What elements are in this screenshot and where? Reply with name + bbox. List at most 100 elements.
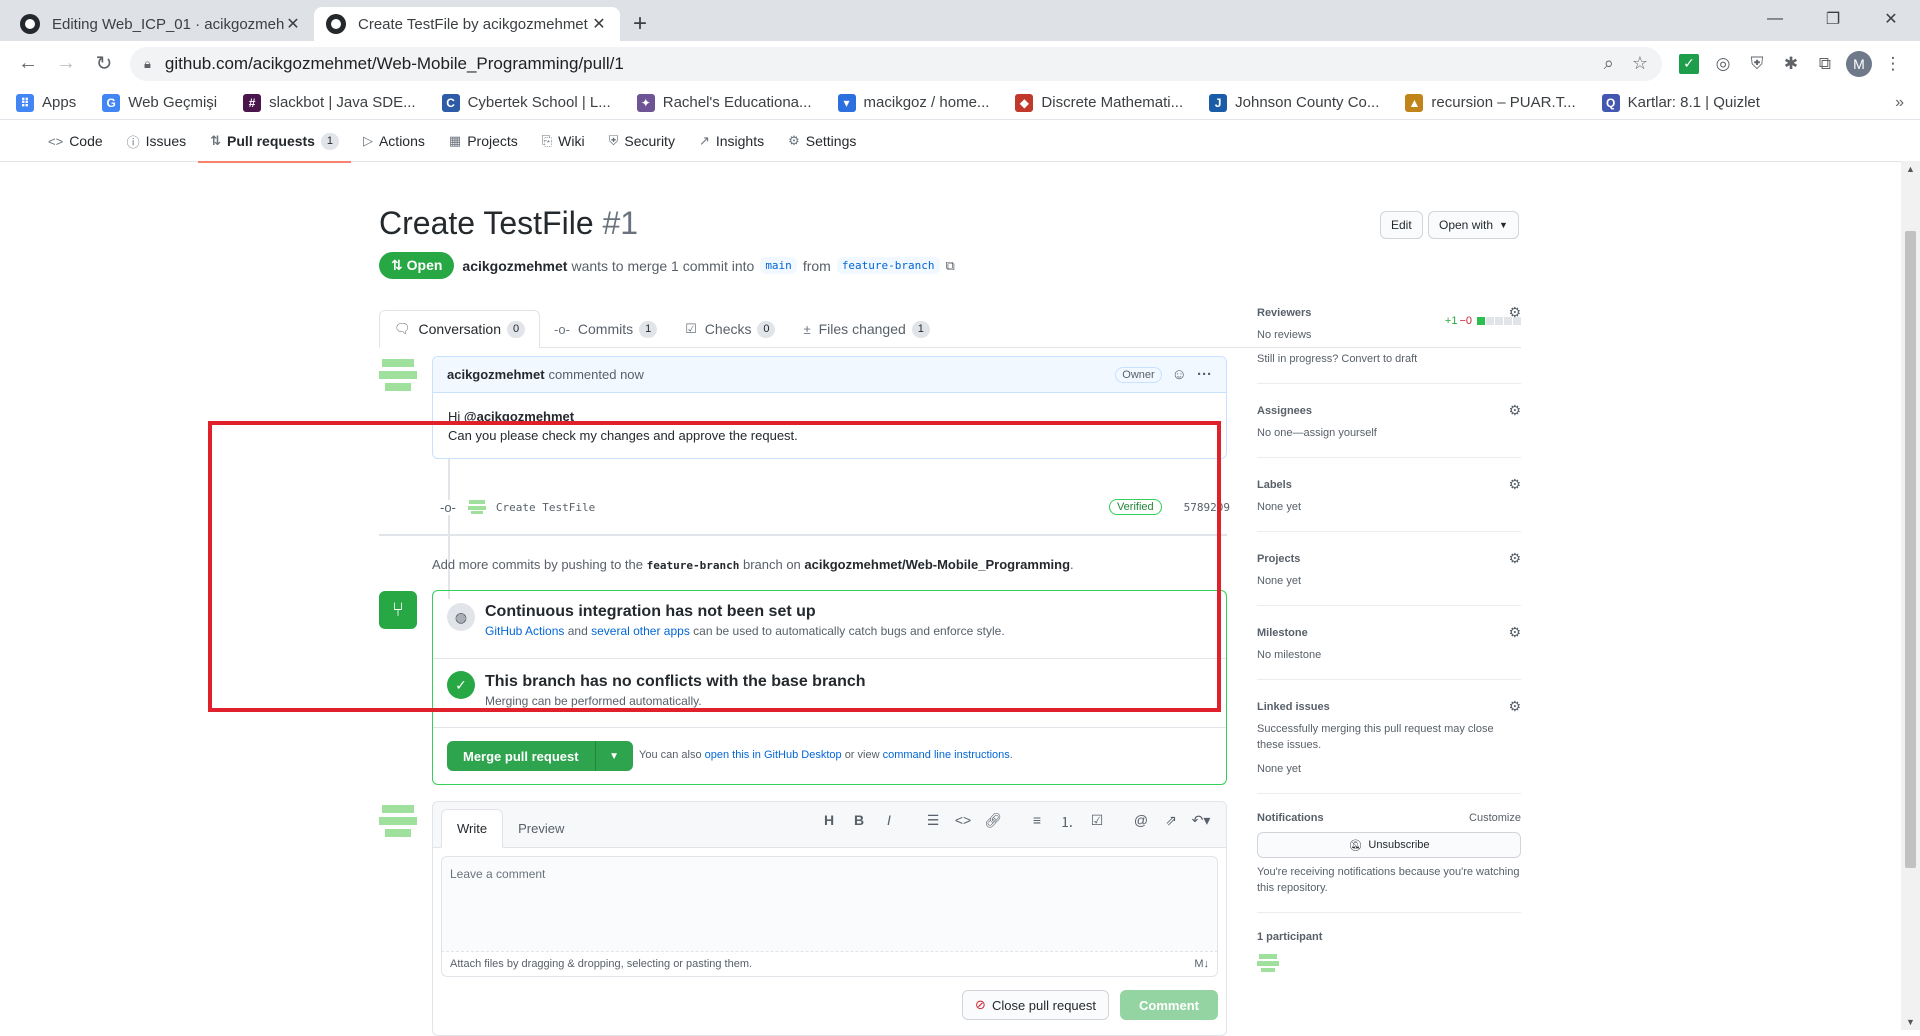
link-icon[interactable]: 🔗︎ <box>978 812 1008 832</box>
github-desktop-link[interactable]: open this in GitHub Desktop <box>705 749 842 761</box>
base-branch[interactable]: main <box>760 257 797 274</box>
convert-to-draft-link[interactable]: Still in progress? Convert to draft <box>1257 351 1521 367</box>
bookmark-item[interactable]: ⠿ Apps <box>16 93 76 112</box>
bookmark-item[interactable]: ▲ recursion – PUAR.T... <box>1405 93 1576 112</box>
tab-write[interactable]: Write <box>441 809 504 848</box>
code-icon[interactable]: <> <box>948 812 978 832</box>
tab-settings[interactable]: ⚙ Settings <box>776 120 868 162</box>
copy-icon[interactable]: ⧉ <box>946 258 955 274</box>
quote-icon[interactable]: ☰ <box>918 812 948 832</box>
tab-pull-requests[interactable]: ⇅ Pull requests 1 <box>198 120 351 163</box>
window-close-icon[interactable]: ✕ <box>1862 0 1920 38</box>
italic-icon[interactable]: I <box>874 812 904 832</box>
comment-timestamp[interactable]: commented now <box>549 367 644 382</box>
open-with-button[interactable]: Open with ▼ <box>1428 211 1519 239</box>
tab-projects[interactable]: ▦ Projects <box>437 120 530 162</box>
tab-wiki[interactable]: ⎘ Wiki <box>530 120 597 162</box>
more-options-icon[interactable]: ··· <box>1197 366 1212 383</box>
heading-icon[interactable]: H <box>814 812 844 832</box>
scrollbar-thumb[interactable] <box>1905 231 1916 868</box>
merge-pull-request-button[interactable]: Merge pull request <box>447 741 595 771</box>
close-pull-request-button[interactable]: ⊘ Close pull request <box>962 990 1109 1020</box>
close-icon[interactable]: ✕ <box>590 14 608 34</box>
head-branch[interactable]: feature-branch <box>836 257 940 274</box>
bookmark-item[interactable]: C Cybertek School | L... <box>441 93 611 112</box>
scroll-up-icon[interactable]: ▲ <box>1901 161 1920 177</box>
pr-author-link[interactable]: acikgozmehmet <box>462 258 567 274</box>
assign-yourself-link[interactable]: No one—assign yourself <box>1257 425 1521 441</box>
gear-icon[interactable]: ⚙ <box>1508 304 1521 321</box>
browser-tab-editing[interactable]: Editing Web_ICP_01 · acikgozmehmet ✕ <box>8 7 314 41</box>
comment-author-link[interactable]: acikgozmehmet <box>447 367 545 382</box>
task-list-icon[interactable]: ☑ <box>1082 812 1112 832</box>
bookmark-item[interactable]: # slackbot | Java SDE... <box>243 93 416 112</box>
new-tab-button[interactable]: + <box>620 7 660 41</box>
avatar[interactable] <box>379 356 417 394</box>
tab-conversation[interactable]: 🗨︎ Conversation 0 <box>379 310 541 348</box>
bookmark-item[interactable]: Q Kartlar: 8.1 | Quizlet <box>1601 93 1760 112</box>
verified-badge[interactable]: Verified <box>1108 499 1162 515</box>
comment-textarea[interactable]: Leave a comment <box>441 856 1218 951</box>
commit-avatar[interactable] <box>467 499 486 515</box>
tab-preview[interactable]: Preview <box>503 809 579 847</box>
command-line-link[interactable]: command line instructions <box>883 749 1010 761</box>
comment-button[interactable]: Comment <box>1120 990 1218 1020</box>
tab-insights[interactable]: ↗ Insights <box>687 120 776 162</box>
lock-icon[interactable]: 🔒︎ <box>144 56 151 72</box>
merge-options-dropdown[interactable]: ▼ <box>594 741 633 771</box>
tab-security[interactable]: ⛨ Security <box>597 120 687 162</box>
bookmark-item[interactable]: J Johnson County Co... <box>1209 93 1379 112</box>
browser-tab-create-testfile[interactable]: Create TestFile by acikgozmehmet ✕ <box>314 7 620 41</box>
unsubscribe-button[interactable]: 🔕︎ Unsubscribe <box>1257 832 1521 858</box>
profile-avatar[interactable]: M <box>1842 47 1876 81</box>
extension-shield-icon[interactable]: ⛨ <box>1740 47 1774 81</box>
smiley-icon[interactable]: ☺ <box>1172 366 1187 383</box>
extension-circle-icon[interactable]: ◎ <box>1706 47 1740 81</box>
tab-checks[interactable]: ☑ Checks 0 <box>671 311 789 347</box>
github-actions-link[interactable]: GitHub Actions <box>485 624 564 638</box>
gear-icon[interactable]: ⚙ <box>1508 550 1521 567</box>
scroll-down-icon[interactable]: ▼ <box>1901 1014 1920 1030</box>
reload-icon[interactable]: ↻ <box>86 46 122 82</box>
star-icon[interactable]: ☆ <box>1632 53 1648 74</box>
bookmark-item[interactable]: ▾ macikgoz / home... <box>837 93 989 112</box>
cross-reference-icon[interactable]: ⇗ <box>1156 812 1186 832</box>
avatar[interactable] <box>379 802 417 840</box>
commit-message-link[interactable]: Create TestFile <box>496 501 595 514</box>
bookmark-item[interactable]: ◆ Discrete Mathemati... <box>1015 93 1183 112</box>
zoom-icon[interactable]: ⌕ <box>1604 53 1614 74</box>
mention-link[interactable]: @acikgozmehmet <box>464 409 574 424</box>
numbered-list-icon[interactable]: ⒈ <box>1052 812 1082 832</box>
tab-files-changed[interactable]: ± Files changed 1 <box>789 311 943 347</box>
mention-icon[interactable]: @ <box>1126 812 1156 832</box>
minimize-icon[interactable]: — <box>1746 0 1804 38</box>
extensions-puzzle-icon[interactable]: ⧉ <box>1808 47 1842 81</box>
gear-icon[interactable]: ⚙ <box>1508 476 1521 493</box>
page-scrollbar[interactable]: ▲ ▼ <box>1901 161 1920 1030</box>
bullet-list-icon[interactable]: ≡ <box>1022 812 1052 832</box>
more-bookmarks-icon[interactable]: » <box>1895 94 1904 112</box>
close-icon[interactable]: ✕ <box>284 14 302 34</box>
markdown-icon[interactable]: M↓ <box>1194 958 1209 970</box>
browser-menu-icon[interactable]: ⋮ <box>1876 47 1910 81</box>
extension-bug-icon[interactable]: ✱ <box>1774 47 1808 81</box>
gear-icon[interactable]: ⚙ <box>1508 698 1521 715</box>
bookmark-item[interactable]: G Web Geçmişi <box>102 93 217 112</box>
tab-issues[interactable]: ⓘ Issues <box>115 120 198 162</box>
url-text[interactable]: github.com/acikgozmehmet/Web-Mobile_Prog… <box>165 54 1586 74</box>
attach-files-area[interactable]: Attach files by dragging & dropping, sel… <box>441 951 1218 977</box>
bold-icon[interactable]: B <box>844 812 874 832</box>
back-icon[interactable]: ← <box>10 46 46 82</box>
tab-commits[interactable]: -o- Commits 1 <box>540 311 671 347</box>
other-apps-link[interactable]: several other apps <box>591 624 690 638</box>
customize-link[interactable]: Customize <box>1469 812 1521 824</box>
omnibox[interactable]: 🔒︎ github.com/acikgozmehmet/Web-Mobile_P… <box>130 46 1662 81</box>
bookmark-item[interactable]: ✦ Rachel's Educationa... <box>636 93 812 112</box>
gear-icon[interactable]: ⚙ <box>1508 402 1521 419</box>
extension-check-icon[interactable]: ✓ <box>1672 47 1706 81</box>
reply-icon[interactable]: ↶▾ <box>1186 812 1216 832</box>
gear-icon[interactable]: ⚙ <box>1508 624 1521 641</box>
tab-actions[interactable]: ▷ Actions <box>351 120 437 162</box>
maximize-icon[interactable]: ❐ <box>1804 0 1862 38</box>
forward-icon[interactable]: → <box>48 46 84 82</box>
